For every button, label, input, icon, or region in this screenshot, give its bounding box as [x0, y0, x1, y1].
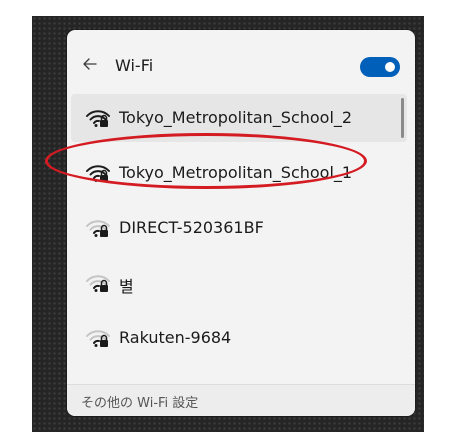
scrollbar[interactable] [401, 98, 404, 138]
wifi-weak-secured-icon [86, 220, 110, 237]
page-title: Wi-Fi [115, 56, 154, 75]
network-name: Tokyo_Metropolitan_School_2 [119, 108, 353, 127]
desktop-background: Wi-Fi Tokyo_Metropolitan_School_2 Tokyo_… [32, 16, 424, 432]
more-wifi-settings-link[interactable]: その他の Wi-Fi 設定 [81, 392, 198, 411]
network-item[interactable]: Rakuten-9684 [71, 314, 407, 362]
network-name: 별 [119, 277, 134, 296]
network-item[interactable]: 별 [71, 259, 407, 307]
wifi-secured-icon [86, 110, 110, 127]
wifi-footer: その他の Wi-Fi 設定 [67, 384, 415, 416]
highlight-annotation [45, 133, 367, 189]
back-button[interactable] [81, 55, 99, 73]
wifi-weak-secured-icon [86, 330, 110, 347]
network-item[interactable]: DIRECT-520361BF [71, 204, 407, 252]
network-name: Rakuten-9684 [119, 328, 232, 347]
network-item-partial[interactable] [71, 369, 407, 384]
network-name: DIRECT-520361BF [119, 218, 264, 237]
wifi-flyout: Wi-Fi Tokyo_Metropolitan_School_2 Tokyo_… [67, 30, 415, 416]
wifi-header: Wi-Fi [67, 30, 415, 92]
toggle-knob [385, 62, 395, 72]
wifi-toggle[interactable] [360, 57, 400, 77]
wifi-weak-secured-icon [86, 275, 110, 292]
arrow-left-icon [83, 58, 97, 70]
